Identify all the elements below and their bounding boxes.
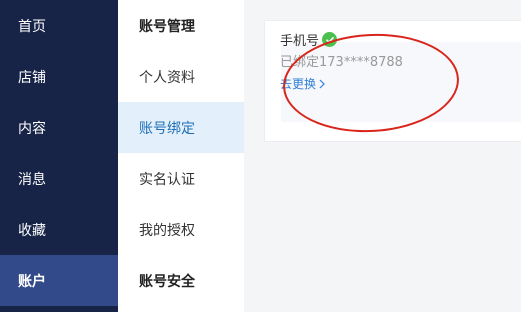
account-submenu: 账号管理 个人资料 账号绑定 实名认证 我的授权 账号安全 xyxy=(118,0,244,312)
nav-item-messages[interactable]: 消息 xyxy=(0,153,118,204)
submenu-item-account-binding[interactable]: 账号绑定 xyxy=(118,102,244,153)
phone-label: 手机号 xyxy=(280,34,320,49)
submenu-item-profile[interactable]: 个人资料 xyxy=(118,51,244,102)
nav-item-label: 账户 xyxy=(18,273,46,290)
nav-item-home[interactable]: 首页 xyxy=(0,0,118,51)
nav-item-store[interactable]: 店铺 xyxy=(0,51,118,102)
nav-item-content[interactable]: 内容 xyxy=(0,102,118,153)
bound-phone-number: 已绑定173****8788 xyxy=(280,55,403,70)
nav-item-label: 店铺 xyxy=(18,69,46,86)
nav-item-label: 消息 xyxy=(18,171,46,188)
submenu-item-my-authorization[interactable]: 我的授权 xyxy=(118,204,244,255)
change-phone-label: 去更换 xyxy=(280,77,317,91)
submenu-group-account-management: 账号管理 xyxy=(139,18,195,35)
nav-item-label: 首页 xyxy=(18,18,46,35)
nav-item-account[interactable]: 账户 xyxy=(0,255,118,306)
nav-item-label: 内容 xyxy=(18,120,46,137)
submenu-item-realname-verification[interactable]: 实名认证 xyxy=(118,153,244,204)
main-content: 手机号 已绑定173****8788 去更换 xyxy=(244,0,521,312)
change-phone-link[interactable]: 去更换 xyxy=(280,75,325,92)
nav-item-label: 收藏 xyxy=(18,222,46,239)
main-nav: 首页 店铺 内容 消息 收藏 账户 xyxy=(0,0,118,312)
phone-binding-title: 手机号 xyxy=(280,30,338,49)
chevron-right-icon xyxy=(319,79,325,89)
check-circle-icon xyxy=(322,32,338,47)
nav-item-favorites[interactable]: 收藏 xyxy=(0,204,118,255)
submenu-group-account-security: 账号安全 xyxy=(139,273,195,290)
